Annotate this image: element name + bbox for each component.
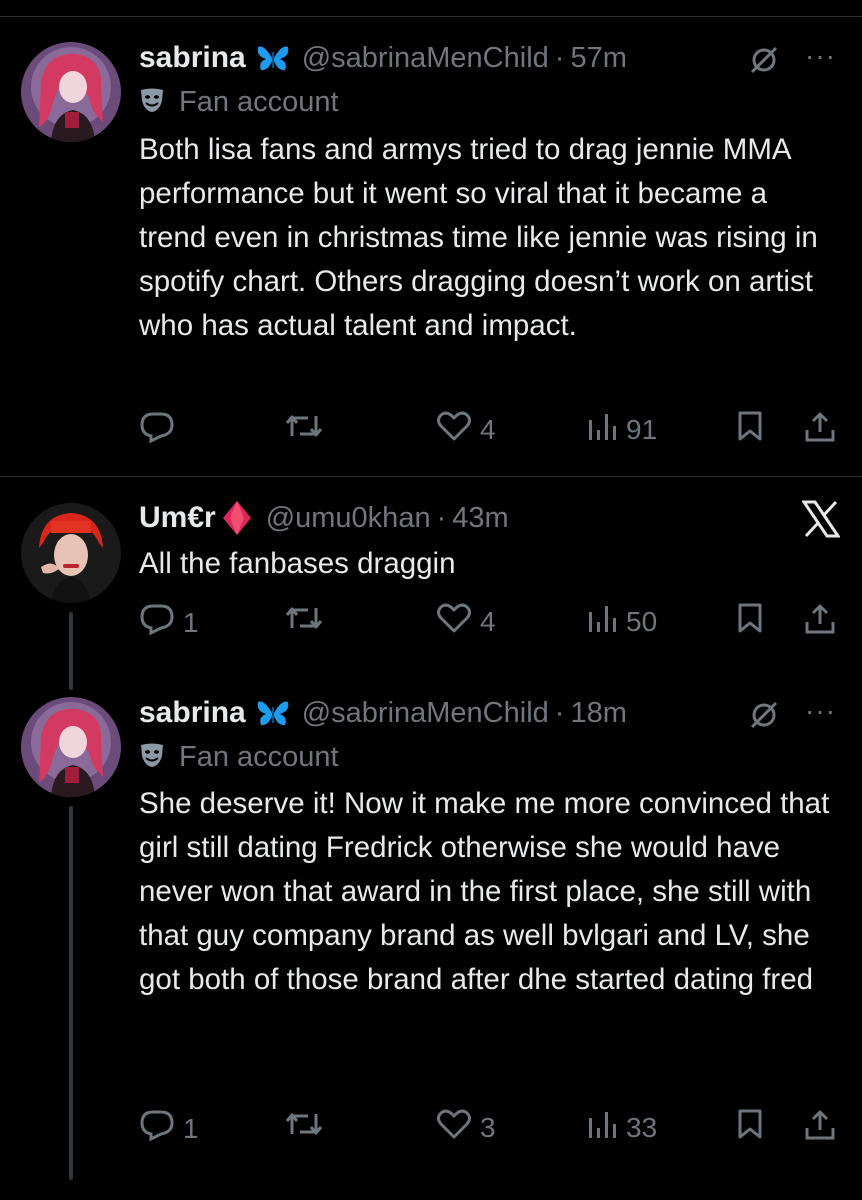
reply-count: 1 bbox=[183, 1112, 199, 1144]
tweet-text: All the fanbases draggin bbox=[139, 547, 456, 580]
views-count: 33 bbox=[626, 1111, 658, 1143]
share-icon bbox=[803, 602, 837, 643]
tweet-header: Um€r @umu0khan · 43m bbox=[139, 498, 509, 538]
diamond-icon bbox=[222, 500, 252, 536]
views-icon bbox=[586, 602, 618, 641]
action-bar: 4 91 bbox=[139, 410, 839, 450]
retweet-button[interactable] bbox=[284, 410, 332, 449]
reply-icon bbox=[139, 1108, 175, 1149]
like-count: 3 bbox=[480, 1111, 496, 1143]
tweet-divider bbox=[0, 476, 862, 477]
views-button[interactable]: 33 bbox=[586, 1108, 657, 1147]
retweet-icon bbox=[284, 410, 324, 449]
views-count: 91 bbox=[626, 413, 658, 445]
timestamp[interactable]: 57m bbox=[570, 42, 626, 75]
reply-icon bbox=[139, 602, 175, 643]
like-count: 4 bbox=[480, 413, 496, 445]
like-count: 4 bbox=[480, 605, 496, 637]
dot-separator: · bbox=[554, 696, 565, 729]
share-button[interactable] bbox=[803, 1108, 837, 1149]
bookmark-button[interactable] bbox=[735, 410, 765, 449]
retweet-icon bbox=[284, 602, 324, 641]
like-button[interactable]: 3 bbox=[436, 1108, 496, 1147]
retweet-button[interactable] bbox=[284, 602, 332, 641]
tweet-header: sabrina @sabrinaMenChild · 18m bbox=[139, 693, 627, 733]
top-divider bbox=[0, 16, 862, 17]
share-button[interactable] bbox=[803, 602, 837, 643]
theater-mask-icon bbox=[139, 742, 165, 773]
butterfly-icon bbox=[256, 699, 290, 727]
bookmark-icon bbox=[735, 410, 765, 449]
avatar[interactable] bbox=[21, 503, 121, 603]
bookmark-button[interactable] bbox=[735, 602, 765, 641]
tweet-text: She deserve it! Now it make me more conv… bbox=[139, 787, 830, 996]
display-name[interactable]: sabrina bbox=[139, 41, 246, 75]
views-button[interactable]: 91 bbox=[586, 410, 657, 449]
reply-button[interactable]: 1 bbox=[139, 1108, 199, 1149]
views-icon bbox=[586, 410, 618, 449]
butterfly-icon bbox=[256, 44, 290, 72]
views-button[interactable]: 50 bbox=[586, 602, 657, 641]
like-icon bbox=[436, 410, 472, 449]
user-handle[interactable]: @sabrinaMenChild bbox=[302, 697, 549, 730]
avatar[interactable] bbox=[21, 697, 121, 797]
thread-line bbox=[69, 612, 73, 690]
fan-account-label: Fan account bbox=[139, 741, 339, 774]
action-bar: 1 4 50 bbox=[139, 602, 839, 642]
like-icon bbox=[436, 602, 472, 641]
views-icon bbox=[586, 1108, 618, 1147]
display-name[interactable]: sabrina bbox=[139, 696, 246, 730]
retweet-icon bbox=[284, 1108, 324, 1147]
share-icon bbox=[803, 1108, 837, 1149]
views-count: 50 bbox=[626, 605, 658, 637]
more-icon[interactable]: ··· bbox=[805, 695, 836, 727]
reply-button[interactable] bbox=[139, 410, 183, 451]
avatar[interactable] bbox=[21, 42, 121, 142]
bookmark-button[interactable] bbox=[735, 1108, 765, 1147]
action-bar: 1 3 33 bbox=[139, 1108, 839, 1148]
share-icon bbox=[803, 410, 837, 451]
grok-icon[interactable] bbox=[748, 44, 780, 81]
like-button[interactable]: 4 bbox=[436, 602, 496, 641]
theater-mask-icon bbox=[139, 87, 165, 118]
timestamp[interactable]: 18m bbox=[570, 697, 626, 730]
bookmark-icon bbox=[735, 602, 765, 641]
tweet-header: sabrina @sabrinaMenChild · 57m bbox=[139, 38, 627, 78]
fan-account-label: Fan account bbox=[139, 86, 339, 119]
timestamp[interactable]: 43m bbox=[452, 502, 508, 535]
more-icon[interactable]: ··· bbox=[805, 40, 836, 72]
reply-count: 1 bbox=[183, 606, 199, 638]
retweet-button[interactable] bbox=[284, 1108, 332, 1147]
display-name[interactable]: Um€r bbox=[139, 501, 216, 535]
dot-separator: · bbox=[554, 41, 565, 74]
bookmark-icon bbox=[735, 1108, 765, 1147]
account-label-text: Fan account bbox=[179, 741, 339, 773]
dot-separator: · bbox=[436, 501, 447, 534]
like-icon bbox=[436, 1108, 472, 1147]
share-button[interactable] bbox=[803, 410, 837, 451]
user-handle[interactable]: @umu0khan bbox=[266, 502, 431, 535]
thread-line bbox=[69, 806, 73, 1180]
reply-icon bbox=[139, 410, 175, 451]
account-label-text: Fan account bbox=[179, 86, 339, 118]
like-button[interactable]: 4 bbox=[436, 410, 496, 449]
grok-icon[interactable] bbox=[748, 699, 780, 736]
x-logo-icon[interactable] bbox=[801, 500, 841, 543]
reply-button[interactable]: 1 bbox=[139, 602, 199, 643]
user-handle[interactable]: @sabrinaMenChild bbox=[302, 42, 549, 75]
tweet-text: Both lisa fans and armys tried to drag j… bbox=[139, 133, 818, 342]
